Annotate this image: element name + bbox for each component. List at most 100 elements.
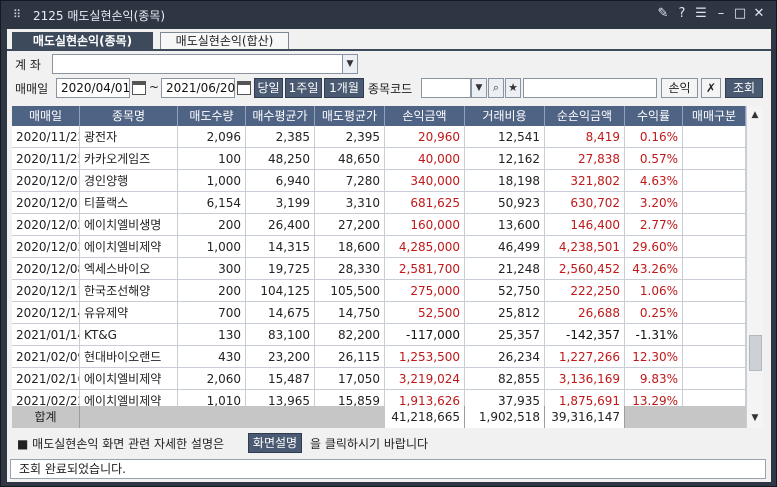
tab-sell-pnl-by-stock[interactable]: 매도실현손익(종목) xyxy=(12,32,153,50)
col-stock-name[interactable]: 종목명 xyxy=(80,106,178,126)
col-trade-cost[interactable]: 거래비용 xyxy=(465,106,545,126)
screen-help-button[interactable]: 화면설명 xyxy=(248,433,302,453)
col-buy-avg[interactable]: 매수평균가 xyxy=(246,106,315,126)
table-row[interactable]: 2020/11/23 광전자 2,096 2,385 2,395 20,960 12,541… xyxy=(12,126,746,148)
calendar-icon[interactable] xyxy=(237,81,251,95)
one-week-button[interactable]: 1주일 xyxy=(285,78,322,98)
cell-sell-avg: 82,200 xyxy=(315,324,385,346)
account-select[interactable] xyxy=(52,54,344,74)
cell-net: 26,688 xyxy=(545,302,625,324)
maximize-icon[interactable]: □ xyxy=(732,6,748,21)
cell-rate: -1.31% xyxy=(625,324,683,346)
cell-date: 2021/01/14 xyxy=(12,324,80,346)
cell-net: 3,136,169 xyxy=(545,368,625,390)
cell-cost: 82,855 xyxy=(465,368,545,390)
col-sell-avg[interactable]: 매도평균가 xyxy=(315,106,385,126)
date-from-field[interactable]: 2020/04/01 xyxy=(56,78,130,98)
minimize-icon[interactable]: – xyxy=(713,6,729,21)
today-button[interactable]: 당일 xyxy=(254,78,283,98)
cell-cost: 25,812 xyxy=(465,302,545,324)
cell-buy-avg: 104,125 xyxy=(246,280,315,302)
menu-icon[interactable]: ☰ xyxy=(693,6,709,21)
search-button[interactable]: 조회 xyxy=(725,78,763,98)
cell-date: 2020/12/11 xyxy=(12,280,80,302)
pin-icon[interactable]: ✎ xyxy=(655,6,671,21)
col-trade-date[interactable]: 매매일 xyxy=(12,106,80,126)
total-label: 합계 xyxy=(12,406,80,428)
cell-buy-avg: 48,250 xyxy=(246,148,315,170)
cell-pnl: 40,000 xyxy=(385,148,465,170)
cell-pnl: 340,000 xyxy=(385,170,465,192)
cell-stock-name: KT&G xyxy=(80,324,178,346)
cell-stock-name: 에이치엘비생명 xyxy=(80,214,178,236)
cell-pnl: 3,219,024 xyxy=(385,368,465,390)
cell-cost: 12,541 xyxy=(465,126,545,148)
stock-code-dropdown-icon[interactable]: ▼ xyxy=(471,78,487,98)
cell-stock-name: 한국조선해양 xyxy=(80,280,178,302)
table-row[interactable]: 2020/12/01 티플랙스 6,154 3,199 3,310 681,625 50,9… xyxy=(12,192,746,214)
favorite-star-icon[interactable]: ★ xyxy=(505,78,521,98)
date-to-field[interactable]: 2021/06/20 xyxy=(161,78,235,98)
cell-cost: 52,750 xyxy=(465,280,545,302)
cell-buy-avg: 14,315 xyxy=(246,236,315,258)
stock-code-input[interactable] xyxy=(421,78,471,98)
cell-sell-avg: 2,395 xyxy=(315,126,385,148)
cell-cost: 18,198 xyxy=(465,170,545,192)
table-row[interactable]: 2020/11/25 카카오게임즈 100 48,250 48,650 40,000 12,… xyxy=(12,148,746,170)
cell-sell-avg: 17,050 xyxy=(315,368,385,390)
col-net-pnl[interactable]: 순손익금액 xyxy=(545,106,625,126)
table-header: 매매일 종목명 매도수량 매수평균가 매도평균가 손익금액 거래비용 순손익금액… xyxy=(12,106,746,126)
pnl-table: 매매일 종목명 매도수량 매수평균가 매도평균가 손익금액 거래비용 순손익금액… xyxy=(12,106,746,428)
table-row[interactable]: 2021/02/16 에이치엘비제약 2,060 15,487 17,050 3,219,… xyxy=(12,368,746,390)
col-sell-qty[interactable]: 매도수량 xyxy=(178,106,246,126)
help-icon[interactable]: ? xyxy=(674,6,690,21)
cell-buy-avg: 2,385 xyxy=(246,126,315,148)
cell-buy-avg: 6,940 xyxy=(246,170,315,192)
close-icon[interactable]: ✕ xyxy=(751,6,767,21)
cell-buy-avg: 26,400 xyxy=(246,214,315,236)
scroll-up-icon[interactable]: ▲ xyxy=(747,107,763,123)
total-cost: 1,902,518 xyxy=(465,406,545,428)
cell-rate: 4.63% xyxy=(625,170,683,192)
table-row[interactable]: 2021/02/09 현대바이오랜드 430 23,200 26,115 1,253,50… xyxy=(12,346,746,368)
table-row[interactable]: 2020/12/01 경인양행 1,000 6,940 7,280 340,000 18,1… xyxy=(12,170,746,192)
cell-stock-name: 유유제약 xyxy=(80,302,178,324)
search-icon[interactable]: ⌕ xyxy=(488,78,504,98)
cell-date: 2020/12/14 xyxy=(12,302,80,324)
grip-icon[interactable]: ⠿ xyxy=(13,8,21,21)
pnl-button[interactable]: 손익 xyxy=(661,78,698,98)
table-row[interactable]: 2020/12/11 한국조선해양 200 104,125 105,500 275,000… xyxy=(12,280,746,302)
calendar-icon[interactable] xyxy=(132,81,146,95)
tab-sell-pnl-summary[interactable]: 매도실현손익(합산) xyxy=(160,32,289,50)
cell-trade-type xyxy=(683,280,746,302)
table-row[interactable]: 2021/01/14 KT&G 130 83,100 82,200 -117,000 25,… xyxy=(12,324,746,346)
table-row[interactable]: 2020/12/08 엑세스바이오 300 19,725 28,330 2,581,700… xyxy=(12,258,746,280)
col-return-rate[interactable]: 수익률 xyxy=(625,106,683,126)
scroll-down-icon[interactable]: ▼ xyxy=(747,410,763,426)
cell-sell-qty: 6,154 xyxy=(178,192,246,214)
cell-sell-avg: 48,650 xyxy=(315,148,385,170)
cell-sell-avg: 14,750 xyxy=(315,302,385,324)
col-pnl-amount[interactable]: 손익금액 xyxy=(385,106,465,126)
tab-underline xyxy=(7,49,771,51)
table-row[interactable]: 2020/12/03 에이치엘비제약 1,000 14,315 18,600 4,285,… xyxy=(12,236,746,258)
cell-buy-avg: 19,725 xyxy=(246,258,315,280)
vertical-scrollbar[interactable]: ▲ ▼ xyxy=(746,106,763,428)
total-spacer xyxy=(80,406,385,428)
total-row: 합계 41,218,665 1,902,518 39,316,147 xyxy=(12,406,746,428)
scroll-thumb[interactable] xyxy=(749,335,762,371)
cell-rate: 12.30% xyxy=(625,346,683,368)
account-dropdown-icon[interactable]: ▼ xyxy=(342,54,358,74)
table-row[interactable]: 2020/12/14 유유제약 700 14,675 14,750 52,500 25,81… xyxy=(12,302,746,324)
cell-date: 2020/12/08 xyxy=(12,258,80,280)
cell-sell-avg: 105,500 xyxy=(315,280,385,302)
tools-icon[interactable]: ✗ xyxy=(701,78,721,98)
table-row[interactable]: 2020/12/02 에이치엘비생명 200 26,400 27,200 160,000 1… xyxy=(12,214,746,236)
cell-date: 2020/11/25 xyxy=(12,148,80,170)
cell-sell-qty: 1,000 xyxy=(178,170,246,192)
col-trade-type[interactable]: 매매구분 xyxy=(683,106,746,126)
cell-trade-type xyxy=(683,324,746,346)
total-net: 39,316,147 xyxy=(545,406,625,428)
one-month-button[interactable]: 1개월 xyxy=(324,78,364,98)
cell-sell-qty: 1,000 xyxy=(178,236,246,258)
